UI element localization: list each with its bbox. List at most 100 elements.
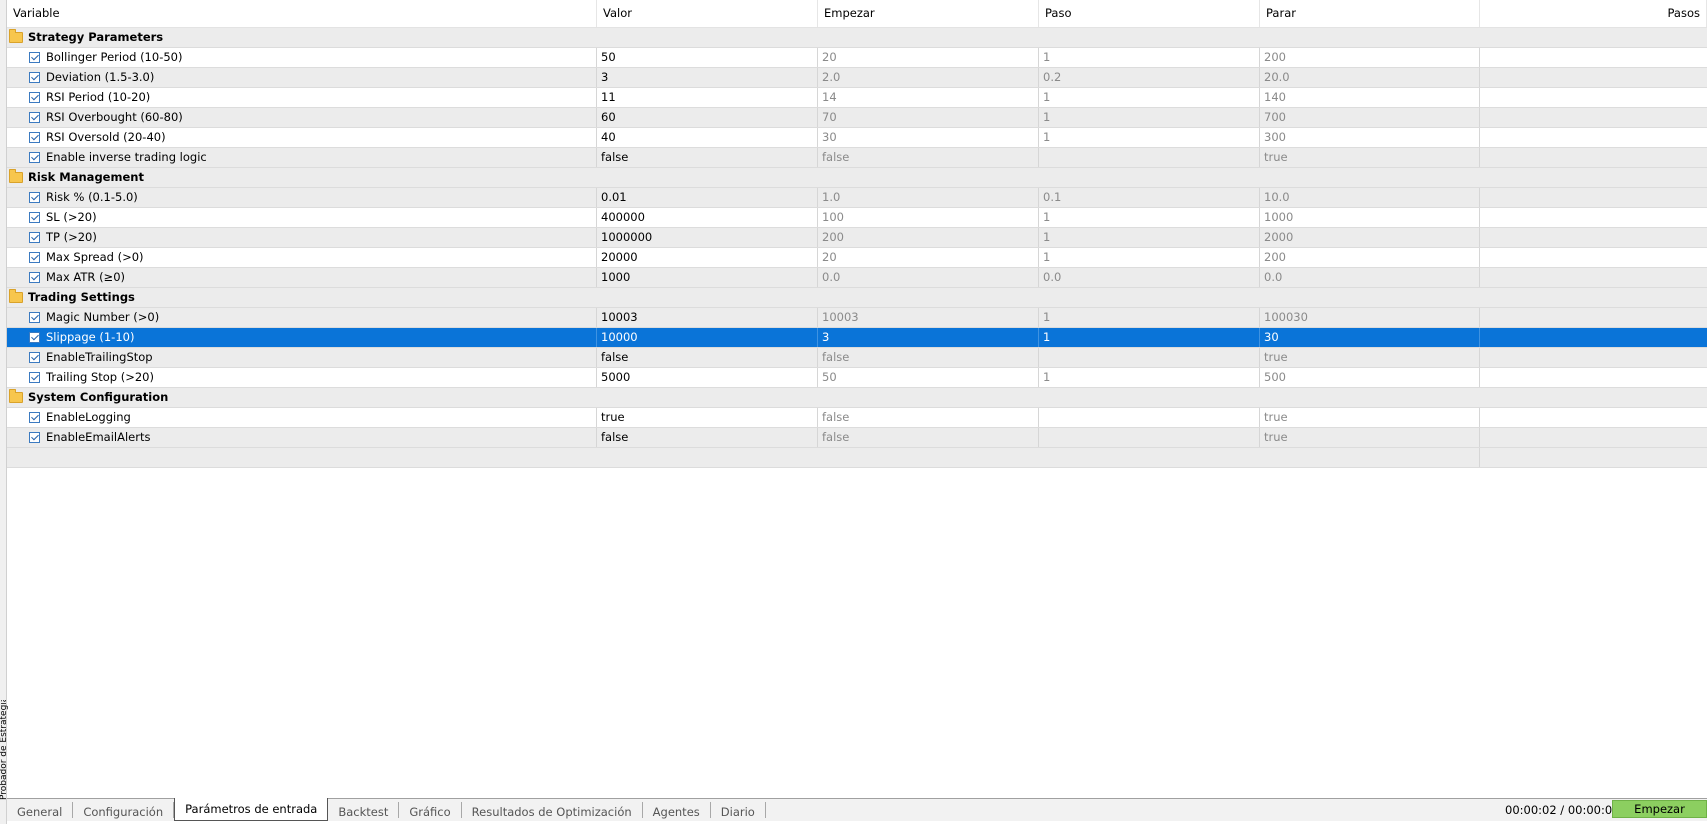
optimize-checkbox[interactable]: [29, 252, 40, 263]
cell-paso[interactable]: [1039, 428, 1260, 447]
optimize-checkbox[interactable]: [29, 332, 40, 343]
cell-valor[interactable]: 5000: [597, 368, 818, 387]
cell-pasos[interactable]: [1480, 128, 1707, 147]
cell-parar[interactable]: 500: [1260, 368, 1480, 387]
cell-empezar[interactable]: 10003: [818, 308, 1039, 327]
tab-configuraci-n[interactable]: Configuración: [73, 802, 175, 819]
cell-parar[interactable]: 1000: [1260, 208, 1480, 227]
cell-parar[interactable]: 30: [1260, 328, 1480, 347]
cell-empezar[interactable]: 70: [818, 108, 1039, 127]
cell-empezar[interactable]: 200: [818, 228, 1039, 247]
optimize-checkbox[interactable]: [29, 352, 40, 363]
parameter-row[interactable]: Max Spread (>0) 20000 20 1 200: [7, 248, 1707, 268]
optimize-checkbox[interactable]: [29, 372, 40, 383]
start-button[interactable]: Empezar: [1612, 800, 1707, 818]
cell-parar[interactable]: 20.0: [1260, 68, 1480, 87]
cell-valor[interactable]: 0.01: [597, 188, 818, 207]
cell-paso[interactable]: 0.1: [1039, 188, 1260, 207]
cell-pasos[interactable]: [1480, 88, 1707, 107]
cell-pasos[interactable]: [1480, 108, 1707, 127]
cell-valor[interactable]: 400000: [597, 208, 818, 227]
cell-parar[interactable]: true: [1260, 408, 1480, 427]
cell-pasos[interactable]: [1480, 368, 1707, 387]
cell-parar[interactable]: 0.0: [1260, 268, 1480, 287]
parameter-row[interactable]: Max ATR (≥0) 1000 0.0 0.0 0.0: [7, 268, 1707, 288]
group-row[interactable]: Strategy Parameters: [7, 28, 1707, 48]
cell-valor[interactable]: 60: [597, 108, 818, 127]
cell-parar[interactable]: 200: [1260, 248, 1480, 267]
parameter-row[interactable]: TP (>20) 1000000 200 1 2000: [7, 228, 1707, 248]
column-header-pasos[interactable]: Pasos: [1480, 0, 1707, 27]
column-header-valor[interactable]: Valor: [597, 0, 818, 27]
cell-pasos[interactable]: [1480, 48, 1707, 67]
cell-paso[interactable]: 1: [1039, 88, 1260, 107]
cell-pasos[interactable]: [1480, 68, 1707, 87]
column-header-empezar[interactable]: Empezar: [818, 0, 1039, 27]
cell-paso[interactable]: 1: [1039, 108, 1260, 127]
cell-valor[interactable]: 50: [597, 48, 818, 67]
cell-empezar[interactable]: 0.0: [818, 268, 1039, 287]
cell-empezar[interactable]: 20: [818, 248, 1039, 267]
cell-paso[interactable]: 1: [1039, 368, 1260, 387]
cell-parar[interactable]: true: [1260, 348, 1480, 367]
cell-pasos[interactable]: [1480, 188, 1707, 207]
cell-empezar[interactable]: 2.0: [818, 68, 1039, 87]
cell-valor[interactable]: false: [597, 348, 818, 367]
optimize-checkbox[interactable]: [29, 112, 40, 123]
parameter-row[interactable]: RSI Period (10-20) 11 14 1 140: [7, 88, 1707, 108]
cell-pasos[interactable]: [1480, 208, 1707, 227]
cell-parar[interactable]: 140: [1260, 88, 1480, 107]
cell-valor[interactable]: 10000: [597, 328, 818, 347]
optimize-checkbox[interactable]: [29, 192, 40, 203]
cell-paso[interactable]: 0.0: [1039, 268, 1260, 287]
group-row[interactable]: System Configuration: [7, 388, 1707, 408]
tab-resultados-de-optimizaci-n[interactable]: Resultados de Optimización: [462, 802, 643, 819]
cell-paso[interactable]: 1: [1039, 308, 1260, 327]
cell-empezar[interactable]: 100: [818, 208, 1039, 227]
optimize-checkbox[interactable]: [29, 272, 40, 283]
cell-parar[interactable]: 10.0: [1260, 188, 1480, 207]
parameter-row[interactable]: Enable inverse trading logic false false tr…: [7, 148, 1707, 168]
cell-empezar[interactable]: false: [818, 408, 1039, 427]
cell-parar[interactable]: 200: [1260, 48, 1480, 67]
optimize-checkbox[interactable]: [29, 312, 40, 323]
cell-paso[interactable]: 0.2: [1039, 68, 1260, 87]
group-row[interactable]: Risk Management: [7, 168, 1707, 188]
cell-pasos[interactable]: [1480, 248, 1707, 267]
cell-paso[interactable]: 1: [1039, 48, 1260, 67]
cell-pasos[interactable]: [1480, 408, 1707, 427]
optimize-checkbox[interactable]: [29, 132, 40, 143]
parameter-row[interactable]: RSI Overbought (60-80) 60 70 1 700: [7, 108, 1707, 128]
cell-paso[interactable]: 1: [1039, 248, 1260, 267]
cell-paso[interactable]: 1: [1039, 328, 1260, 347]
tab-diario[interactable]: Diario: [711, 802, 766, 819]
column-header-variable[interactable]: Variable: [7, 0, 597, 27]
cell-pasos[interactable]: [1480, 308, 1707, 327]
parameter-row[interactable]: Magic Number (>0) 10003 10003 1 100030: [7, 308, 1707, 328]
parameter-row[interactable]: Slippage (1-10) 10000 3 1 30: [7, 328, 1707, 348]
parameter-row[interactable]: Bollinger Period (10-50) 50 20 1 200: [7, 48, 1707, 68]
parameter-row[interactable]: EnableTrailingStop false false true: [7, 348, 1707, 368]
tab-general[interactable]: General: [7, 802, 74, 819]
optimize-checkbox[interactable]: [29, 212, 40, 223]
cell-empezar[interactable]: false: [818, 148, 1039, 167]
optimize-checkbox[interactable]: [29, 412, 40, 423]
side-panel-label[interactable]: Probador de Estrategias: [0, 700, 9, 800]
cell-empezar[interactable]: 20: [818, 48, 1039, 67]
parameter-row[interactable]: Trailing Stop (>20) 5000 50 1 500: [7, 368, 1707, 388]
tab-backtest[interactable]: Backtest: [328, 802, 400, 819]
cell-empezar[interactable]: 50: [818, 368, 1039, 387]
optimize-checkbox[interactable]: [29, 432, 40, 443]
cell-empezar[interactable]: 3: [818, 328, 1039, 347]
parameter-row[interactable]: SL (>20) 400000 100 1 1000: [7, 208, 1707, 228]
cell-valor[interactable]: 10003: [597, 308, 818, 327]
cell-paso[interactable]: 1: [1039, 128, 1260, 147]
cell-paso[interactable]: [1039, 148, 1260, 167]
cell-paso[interactable]: 1: [1039, 228, 1260, 247]
cell-parar[interactable]: 100030: [1260, 308, 1480, 327]
cell-pasos[interactable]: [1480, 268, 1707, 287]
optimize-checkbox[interactable]: [29, 232, 40, 243]
parameter-row[interactable]: Deviation (1.5-3.0) 3 2.0 0.2 20.0: [7, 68, 1707, 88]
column-header-paso[interactable]: Paso: [1039, 0, 1260, 27]
cell-empezar[interactable]: 14: [818, 88, 1039, 107]
